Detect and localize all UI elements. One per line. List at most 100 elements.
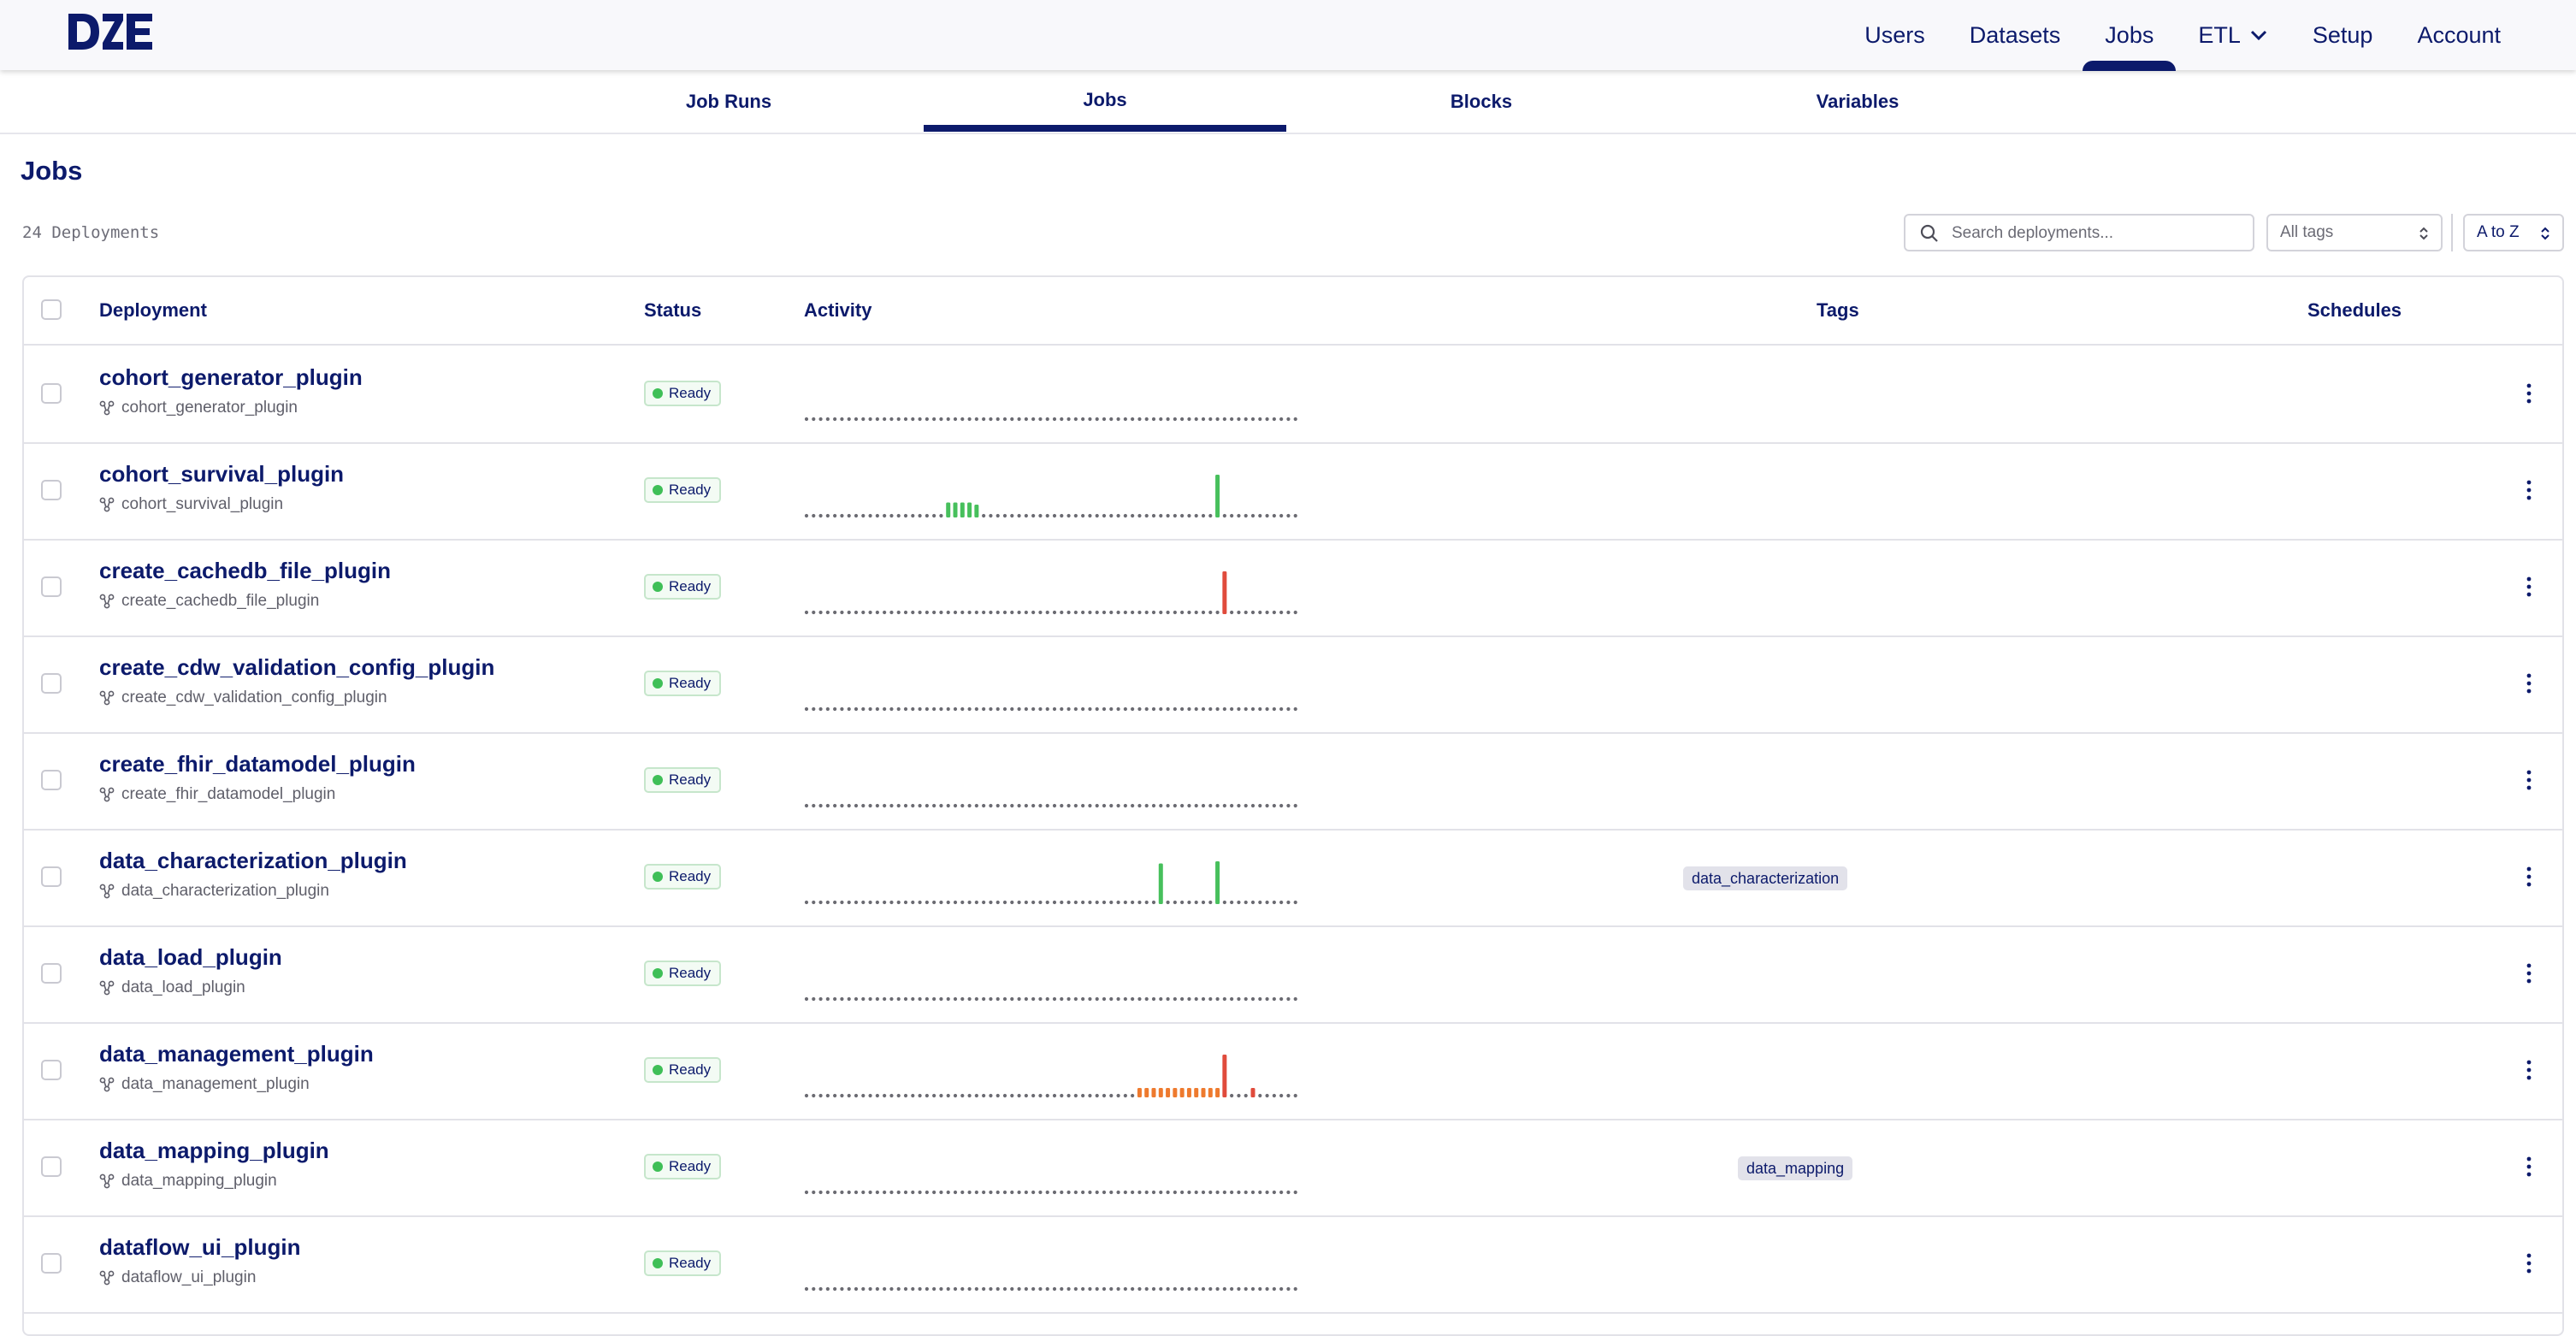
deployment-name[interactable]: data_mapping_plugin <box>99 1138 329 1164</box>
search-input[interactable] <box>1950 219 2244 248</box>
deployment-name[interactable]: create_fhir_datamodel_plugin <box>99 751 416 777</box>
more-vertical-icon[interactable] <box>2523 961 2535 985</box>
activity-idle-dot <box>1230 417 1234 422</box>
row-checkbox[interactable] <box>41 1060 62 1080</box>
activity-idle-dot <box>883 803 887 808</box>
activity-idle-dot <box>1286 1286 1291 1292</box>
status-label: Ready <box>669 1061 712 1078</box>
table-row[interactable]: cohort_survival_plugin cohort_survival_pl… <box>24 442 2562 541</box>
row-checkbox[interactable] <box>41 1253 62 1274</box>
flow-link[interactable]: data_mapping_plugin <box>99 1172 277 1191</box>
table-row[interactable]: data_load_plugin data_load_plugin Ready <box>24 925 2562 1024</box>
activity-sparkline <box>804 861 1297 905</box>
activity-idle-dot <box>1017 1093 1021 1098</box>
row-checkbox[interactable] <box>41 480 62 500</box>
activity-idle-dot <box>1109 513 1114 518</box>
tab-variables[interactable]: Variables <box>1676 70 2039 133</box>
more-vertical-icon[interactable] <box>2523 865 2535 889</box>
deployment-name[interactable]: cohort_survival_plugin <box>99 461 344 488</box>
nav-etl[interactable]: ETL <box>2176 0 2290 70</box>
more-vertical-icon[interactable] <box>2523 671 2535 695</box>
tab-job-runs[interactable]: Job Runs <box>547 70 910 133</box>
row-checkbox[interactable] <box>41 963 62 984</box>
more-vertical-icon[interactable] <box>2523 478 2535 502</box>
activity-idle-dot <box>974 1286 978 1292</box>
more-vertical-icon[interactable] <box>2523 1155 2535 1179</box>
activity-idle-dot <box>1215 996 1220 1002</box>
nav-datasets[interactable]: Datasets <box>1947 0 2083 70</box>
flow-link[interactable]: data_characterization_plugin <box>99 882 329 901</box>
flow-link[interactable]: dataflow_ui_plugin <box>99 1268 256 1287</box>
sort-select[interactable]: A to Z <box>2463 214 2564 251</box>
activity-idle-dot <box>1017 996 1021 1002</box>
activity-idle-dot <box>911 1286 915 1292</box>
activity-bar <box>1208 1088 1213 1097</box>
search-box[interactable] <box>1904 214 2254 251</box>
row-checkbox[interactable] <box>41 866 62 887</box>
activity-idle-dot <box>1222 513 1226 518</box>
activity-idle-dot <box>1144 1286 1149 1292</box>
activity-idle-dot <box>1166 1286 1170 1292</box>
activity-idle-dot <box>1265 1190 1269 1195</box>
flow-link[interactable]: create_cdw_validation_config_plugin <box>99 689 387 707</box>
activity-idle-dot <box>1250 417 1256 422</box>
flow-link[interactable]: data_management_plugin <box>99 1075 310 1094</box>
row-checkbox[interactable] <box>41 1156 62 1177</box>
flow-name: create_cachedb_file_plugin <box>121 592 320 610</box>
activity-idle-dot <box>960 996 965 1002</box>
more-vertical-icon[interactable] <box>2523 768 2535 792</box>
table-row[interactable]: create_fhir_datamodel_plugin create_fhir_… <box>24 732 2562 831</box>
flow-link[interactable]: create_fhir_datamodel_plugin <box>99 785 335 804</box>
d2e-logo[interactable] <box>67 12 154 51</box>
more-vertical-icon[interactable] <box>2523 575 2535 599</box>
flow-link[interactable]: cohort_generator_plugin <box>99 399 298 417</box>
deployment-name[interactable]: dataflow_ui_plugin <box>99 1234 300 1261</box>
table-row[interactable]: create_cdw_validation_config_plugincreat… <box>24 635 2562 734</box>
table-row[interactable]: data_characterization_plugin data_charact… <box>24 829 2562 927</box>
activity-idle-dot <box>812 803 816 808</box>
deployment-name[interactable]: cohort_generator_plugin <box>99 364 363 391</box>
activity-idle-dot <box>825 610 830 615</box>
activity-idle-dot <box>1237 513 1241 518</box>
tag-chip[interactable]: data_mapping <box>1738 1156 1853 1180</box>
flow-link[interactable]: create_cachedb_file_plugin <box>99 592 319 611</box>
activity-idle-dot <box>946 900 950 905</box>
activity-idle-dot <box>1265 417 1269 422</box>
nav-account[interactable]: Account <box>2395 0 2523 70</box>
activity-idle-dot <box>833 1286 837 1292</box>
row-checkbox[interactable] <box>41 576 62 597</box>
row-checkbox[interactable] <box>41 673 62 694</box>
more-vertical-icon[interactable] <box>2523 381 2535 405</box>
tab-blocks[interactable]: Blocks <box>1300 70 1663 133</box>
activity-idle-dot <box>854 900 859 905</box>
activity-idle-dot <box>1166 513 1170 518</box>
nav-setup[interactable]: Setup <box>2290 0 2396 70</box>
activity-idle-dot <box>1102 610 1107 615</box>
activity-idle-dot <box>896 513 901 518</box>
col-status: Status <box>644 299 702 321</box>
tags-select[interactable]: All tags <box>2266 214 2443 251</box>
deployment-name[interactable]: data_characterization_plugin <box>99 848 407 874</box>
tab-jobs[interactable]: Jobs <box>924 70 1286 132</box>
deployment-name[interactable]: data_load_plugin <box>99 944 282 971</box>
activity-sparkline <box>804 475 1297 518</box>
nav-users[interactable]: Users <box>1842 0 1947 70</box>
deployment-name[interactable]: data_management_plugin <box>99 1041 374 1067</box>
table-row[interactable]: create_cachedb_file_plugin create_cachedb… <box>24 539 2562 637</box>
more-vertical-icon[interactable] <box>2523 1251 2535 1275</box>
deployment-name[interactable]: create_cachedb_file_plugin <box>99 558 391 584</box>
activity-idle-dot <box>833 1093 837 1098</box>
tag-chip[interactable]: data_characterization <box>1683 866 1848 890</box>
flow-link[interactable]: cohort_survival_plugin <box>99 495 283 514</box>
select-all-checkbox[interactable] <box>41 299 62 320</box>
flow-link[interactable]: data_load_plugin <box>99 978 245 997</box>
nav-jobs[interactable]: Jobs <box>2083 0 2177 71</box>
table-row[interactable]: data_management_plugin data_management_pl… <box>24 1022 2562 1120</box>
table-row[interactable]: dataflow_ui_plugin dataflow_ui_plugin Read… <box>24 1215 2562 1314</box>
deployment-name[interactable]: create_cdw_validation_config_plugin <box>99 654 494 681</box>
row-checkbox[interactable] <box>41 383 62 404</box>
more-vertical-icon[interactable] <box>2523 1058 2535 1082</box>
table-row[interactable]: cohort_generator_plugin cohort_generator_… <box>24 346 2562 444</box>
table-row[interactable]: data_mapping_plugin data_mapping_plugin Re… <box>24 1119 2562 1217</box>
row-checkbox[interactable] <box>41 770 62 790</box>
